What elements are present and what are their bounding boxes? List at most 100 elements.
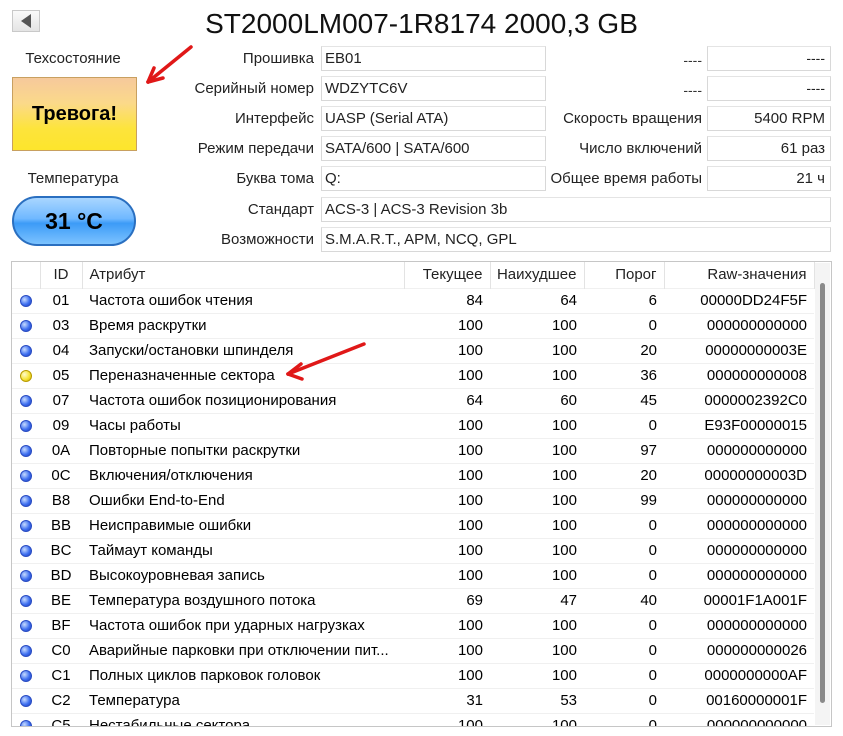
serial-field[interactable]: WDZYTC6V [321, 76, 546, 101]
table-row[interactable]: 07 Частота ошибок позиционирования 64 60 45 0… [12, 387, 814, 413]
table-row[interactable]: 03 Время раскрутки 100 100 0 000000000000 [12, 312, 814, 338]
row-raw: 000000000000 [664, 312, 814, 338]
rotation-speed-field[interactable]: 5400 RPM [707, 106, 831, 131]
row-current: 100 [404, 412, 490, 438]
scrollbar-thumb[interactable] [820, 283, 825, 703]
row-id: 0A [40, 437, 82, 463]
table-row[interactable]: BF Частота ошибок при ударных нагрузках 10… [12, 612, 814, 638]
row-current: 100 [404, 612, 490, 638]
row-threshold: 6 [584, 287, 664, 313]
row-attribute: Часы работы [82, 412, 404, 438]
row-worst: 100 [490, 637, 584, 663]
status-cell [12, 487, 40, 513]
row-id: BD [40, 562, 82, 588]
row-worst: 100 [490, 487, 584, 513]
row-current: 100 [404, 437, 490, 463]
firmware-field[interactable]: EB01 [321, 46, 546, 71]
status-dot-icon [20, 720, 32, 726]
status-cell [12, 612, 40, 638]
table-row[interactable]: C1 Полных циклов парковок головок 100 100 0 0… [12, 662, 814, 688]
row-worst: 47 [490, 587, 584, 613]
info-right-field-1[interactable]: ---- [707, 46, 831, 71]
row-id: 05 [40, 362, 82, 388]
status-cell [12, 312, 40, 338]
row-worst: 100 [490, 612, 584, 638]
volume-letter-label: Буква тома [236, 170, 314, 187]
standard-field[interactable]: ACS-3 | ACS-3 Revision 3b [321, 197, 831, 222]
table-row[interactable]: BB Неисправимые ошибки 100 100 0 000000000000 [12, 512, 814, 538]
row-id: 0C [40, 462, 82, 488]
row-attribute: Частота ошибок чтения [82, 287, 404, 313]
row-attribute: Таймаут команды [82, 537, 404, 563]
row-id: 04 [40, 337, 82, 363]
status-dot-icon [20, 420, 32, 433]
table-scrollbar[interactable] [815, 263, 830, 725]
table-row[interactable]: C5 Нестабильные сектора 100 100 0 00000000000… [12, 712, 814, 726]
temperature-badge[interactable]: 31 °C [12, 196, 136, 246]
header-id[interactable]: ID [40, 262, 83, 288]
row-attribute: Неисправимые ошибки [82, 512, 404, 538]
row-id: BC [40, 537, 82, 563]
row-attribute: Запуски/остановки шпинделя [82, 337, 404, 363]
header-status[interactable] [12, 262, 41, 288]
row-current: 100 [404, 562, 490, 588]
status-dot-icon [20, 295, 32, 308]
row-worst: 100 [490, 562, 584, 588]
row-current: 100 [404, 637, 490, 663]
row-worst: 100 [490, 362, 584, 388]
header-threshold[interactable]: Порог [584, 262, 665, 288]
row-attribute: Ошибки End-to-End [82, 487, 404, 513]
status-dot-icon [20, 520, 32, 533]
firmware-label: Прошивка [242, 50, 314, 67]
info-right-field-2[interactable]: ---- [707, 76, 831, 101]
table-row[interactable]: BE Температура воздушного потока 69 47 40 000… [12, 587, 814, 613]
table-row[interactable]: B8 Ошибки End-to-End 100 100 99 000000000000 [12, 487, 814, 513]
row-id: BF [40, 612, 82, 638]
status-dot-icon [20, 695, 32, 708]
power-on-count-label: Число включений [579, 140, 702, 157]
row-id: C1 [40, 662, 82, 688]
table-row[interactable]: C2 Температура 31 53 0 00160000001F [12, 687, 814, 713]
features-field[interactable]: S.M.A.R.T., APM, NCQ, GPL [321, 227, 831, 252]
table-row[interactable]: 09 Часы работы 100 100 0 E93F00000015 [12, 412, 814, 438]
status-dot-icon [20, 545, 32, 558]
row-id: C0 [40, 637, 82, 663]
row-threshold: 0 [584, 687, 664, 713]
header-worst[interactable]: Наихудшее [490, 262, 585, 288]
table-row[interactable]: 01 Частота ошибок чтения 84 64 6 00000DD24F5F [12, 287, 814, 313]
header-attribute[interactable]: Атрибут [82, 262, 405, 288]
row-id: C5 [40, 712, 82, 726]
row-raw: E93F00000015 [664, 412, 814, 438]
table-row[interactable]: BC Таймаут команды 100 100 0 000000000000 [12, 537, 814, 563]
info-right-label-1: ---- [683, 52, 702, 68]
table-row[interactable]: C0 Аварийные парковки при отключении пит.… [12, 637, 814, 663]
table-row[interactable]: BD Высокоуровневая запись 100 100 0 000000000… [12, 562, 814, 588]
row-worst: 100 [490, 462, 584, 488]
status-cell [12, 387, 40, 413]
smart-attributes-table[interactable]: ID Атрибут Текущее Наихудшее Порог Raw-з… [11, 261, 832, 727]
info-right-label-2: ---- [683, 82, 702, 98]
row-attribute: Нестабильные сектора [82, 712, 404, 726]
transfer-mode-field[interactable]: SATA/600 | SATA/600 [321, 136, 546, 161]
health-status-badge[interactable]: Тревога! [12, 77, 137, 151]
header-raw[interactable]: Raw-значения [664, 262, 815, 288]
row-id: 07 [40, 387, 82, 413]
power-on-hours-field[interactable]: 21 ч [707, 166, 831, 191]
status-dot-icon [20, 370, 32, 383]
power-on-count-field[interactable]: 61 раз [707, 136, 831, 161]
row-threshold: 0 [584, 637, 664, 663]
row-raw: 0000002392C0 [664, 387, 814, 413]
volume-letter-field[interactable]: Q: [321, 166, 546, 191]
table-row[interactable]: 0A Повторные попытки раскрутки 100 100 97 000… [12, 437, 814, 463]
table-row[interactable]: 04 Запуски/остановки шпинделя 100 100 20 0000… [12, 337, 814, 363]
status-dot-icon [20, 345, 32, 358]
row-raw: 000000000000 [664, 487, 814, 513]
status-cell [12, 337, 40, 363]
row-current: 100 [404, 487, 490, 513]
table-row[interactable]: 0C Включения/отключения 100 100 20 0000000000… [12, 462, 814, 488]
status-cell [12, 662, 40, 688]
table-row[interactable]: 05 Переназначенные сектора 100 100 36 0000000… [12, 362, 814, 388]
header-current[interactable]: Текущее [404, 262, 491, 288]
row-id: B8 [40, 487, 82, 513]
interface-field[interactable]: UASP (Serial ATA) [321, 106, 546, 131]
